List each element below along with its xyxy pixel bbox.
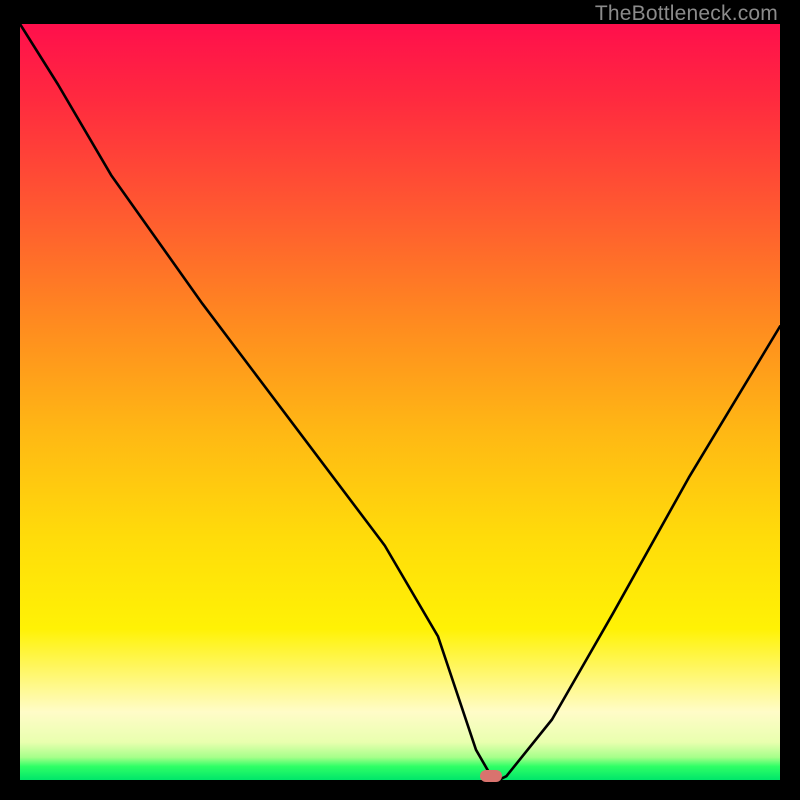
heat-gradient-background: [20, 24, 780, 780]
optimal-point-marker: [480, 770, 502, 782]
chart-container: TheBottleneck.com: [0, 0, 800, 800]
plot-area: [20, 24, 780, 780]
watermark-text: TheBottleneck.com: [595, 2, 778, 26]
